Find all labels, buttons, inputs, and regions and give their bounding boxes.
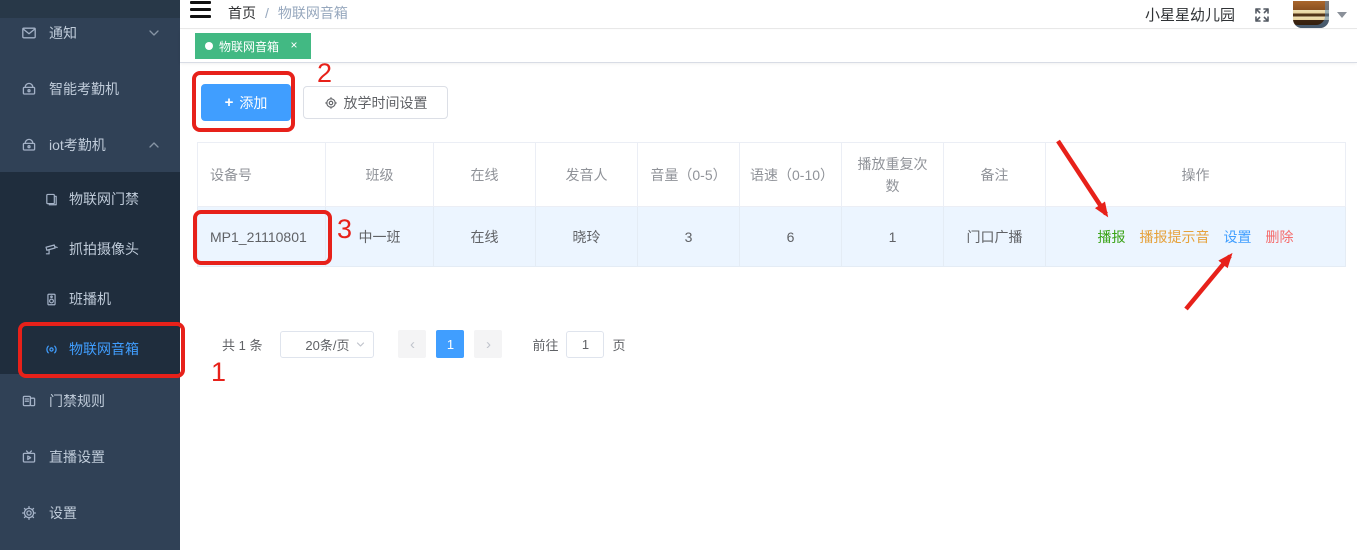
header-speed: 语速（0-10） <box>739 142 842 207</box>
breadcrumb-home[interactable]: 首页 <box>228 3 256 23</box>
sidebar-item-label: 设置 <box>49 505 77 521</box>
cell-actions: 播报 播报提示音 设置 删除 <box>1045 206 1346 267</box>
live-tv-icon <box>21 449 37 465</box>
chevron-up-icon <box>148 139 160 151</box>
dismissal-time-label: 放学时间设置 <box>343 94 428 111</box>
pagination: 共 1 条 20条/页 ‹ 1 › 前往 页 <box>222 330 626 358</box>
cell-repeat: 1 <box>841 206 944 267</box>
table-header-row: 设备号 班级 在线 发音人 音量（0-5） 语速（0-10） 播放重复次数 备注… <box>197 142 1346 207</box>
sidebar-item-iot-attendance[interactable]: iot考勤机 <box>0 121 180 169</box>
gear-icon <box>324 96 338 110</box>
close-icon[interactable]: × <box>287 39 301 53</box>
pagination-total: 共 1 条 <box>222 337 263 353</box>
cell-remark: 门口广播 <box>943 206 1046 267</box>
header-voice: 发音人 <box>535 142 638 207</box>
sidebar-item-label: 抓拍摄像头 <box>69 241 139 257</box>
dismissal-time-settings-button[interactable]: 放学时间设置 <box>303 86 448 119</box>
sidebar-item-class-broadcaster[interactable]: 班播机 <box>0 274 180 324</box>
header-online: 在线 <box>433 142 536 207</box>
door-access-icon <box>44 192 59 207</box>
breadcrumb-current: 物联网音箱 <box>277 5 348 21</box>
main-area: 首页 / 物联网音箱 小星星幼儿园 物联网音箱 × + 添加 放学时间设置 设备… <box>180 0 1357 550</box>
header-actions: 操作 <box>1045 142 1346 207</box>
chevron-down-icon <box>356 340 365 349</box>
next-page-button[interactable]: › <box>474 330 503 358</box>
sidebar-item-label: 物联网音箱 <box>69 341 139 357</box>
broadcast-tone-link[interactable]: 播报提示音 <box>1140 229 1210 245</box>
header-device-no: 设备号 <box>197 142 326 207</box>
page-size-value: 20条/页 <box>305 337 350 353</box>
cell-voice: 晓玲 <box>535 206 638 267</box>
tags-view-bar: 物联网音箱 × <box>180 30 1357 63</box>
cell-online-status: 在线 <box>433 206 536 267</box>
sidebar: 通知 智能考勤机 iot考勤机 物联网门禁 抓拍摄像头 班播机 物联网音箱 门禁… <box>0 0 180 550</box>
sidebar-item-label: 通知 <box>49 25 77 41</box>
cell-volume: 3 <box>637 206 740 267</box>
sidebar-item-snapshot-camera[interactable]: 抓拍摄像头 <box>0 224 180 274</box>
sidebar-item-label: iot考勤机 <box>49 137 106 153</box>
attendance-machine-icon <box>21 81 37 97</box>
sidebar-item-door-rules[interactable]: 门禁规则 <box>0 377 180 425</box>
attendance-machine-icon <box>21 137 37 153</box>
camera-icon <box>44 242 59 257</box>
goto-label: 前往 <box>532 337 559 353</box>
plus-icon: + <box>224 94 234 111</box>
table-row: MP1_21110801 中一班 在线 晓玲 3 6 1 门口广播 播报 播报提示… <box>197 206 1346 267</box>
audio-waves-icon <box>44 342 59 357</box>
goto-page-input[interactable] <box>566 330 605 358</box>
prev-page-button[interactable]: ‹ <box>398 330 427 358</box>
tab-iot-speaker[interactable]: 物联网音箱 × <box>195 33 312 59</box>
header-remark: 备注 <box>943 142 1046 207</box>
add-button[interactable]: + 添加 <box>201 84 291 121</box>
page-unit-label: 页 <box>612 337 626 353</box>
gear-icon <box>21 505 37 521</box>
page-number-button[interactable]: 1 <box>436 330 465 358</box>
chevron-down-icon[interactable] <box>1337 11 1347 18</box>
sidebar-item-label: 智能考勤机 <box>49 81 119 97</box>
sidebar-item-iot-speaker[interactable]: 物联网音箱 <box>0 324 180 374</box>
sidebar-item-iot-door[interactable]: 物联网门禁 <box>0 174 180 224</box>
sidebar-item-label: 物联网门禁 <box>69 191 139 207</box>
add-button-label: 添加 <box>239 94 268 111</box>
speaker-icon <box>44 292 59 307</box>
navbar-right-cluster: 小星星幼儿园 <box>1145 0 1347 29</box>
page-size-select[interactable]: 20条/页 <box>280 330 375 358</box>
top-navbar: 首页 / 物联网音箱 小星星幼儿园 <box>180 0 1357 29</box>
tag-label: 物联网音箱 <box>219 39 280 54</box>
sidebar-item-live-settings[interactable]: 直播设置 <box>0 433 180 481</box>
header-class: 班级 <box>325 142 434 207</box>
school-name: 小星星幼儿园 <box>1144 7 1235 24</box>
envelope-icon <box>21 25 37 41</box>
breadcrumb: 首页 / 物联网音箱 <box>228 0 348 26</box>
sidebar-item-smart-attendance[interactable]: 智能考勤机 <box>0 65 180 113</box>
cell-speed: 6 <box>739 206 842 267</box>
cell-device-no: MP1_21110801 <box>197 206 326 267</box>
sidebar-item-label: 门禁规则 <box>49 393 105 409</box>
sidebar-item-label: 班播机 <box>69 291 111 307</box>
settings-link[interactable]: 设置 <box>1224 229 1252 245</box>
sidebar-item-label: 直播设置 <box>49 449 105 465</box>
devices-table: 设备号 班级 在线 发音人 音量（0-5） 语速（0-10） 播放重复次数 备注… <box>197 142 1346 267</box>
broadcast-link[interactable]: 播报 <box>1098 229 1126 245</box>
sidebar-item-notifications[interactable]: 通知 <box>0 9 180 57</box>
cell-class: 中一班 <box>325 206 434 267</box>
breadcrumb-separator: / <box>265 5 269 21</box>
tag-dot-icon <box>205 42 213 50</box>
sidebar-item-settings[interactable]: 设置 <box>0 489 180 537</box>
sidebar-submenu: 物联网门禁 抓拍摄像头 班播机 物联网音箱 <box>0 172 180 374</box>
hamburger-menu-icon[interactable] <box>190 0 211 18</box>
avatar[interactable] <box>1293 1 1329 28</box>
chevron-down-icon <box>148 27 160 39</box>
fullscreen-icon[interactable] <box>1253 6 1271 24</box>
page: 通知 智能考勤机 iot考勤机 物联网门禁 抓拍摄像头 班播机 物联网音箱 门禁… <box>0 0 1357 550</box>
header-repeat: 播放重复次数 <box>841 142 944 207</box>
rules-icon <box>21 393 37 409</box>
header-volume: 音量（0-5） <box>637 142 740 207</box>
delete-link[interactable]: 删除 <box>1266 229 1294 245</box>
